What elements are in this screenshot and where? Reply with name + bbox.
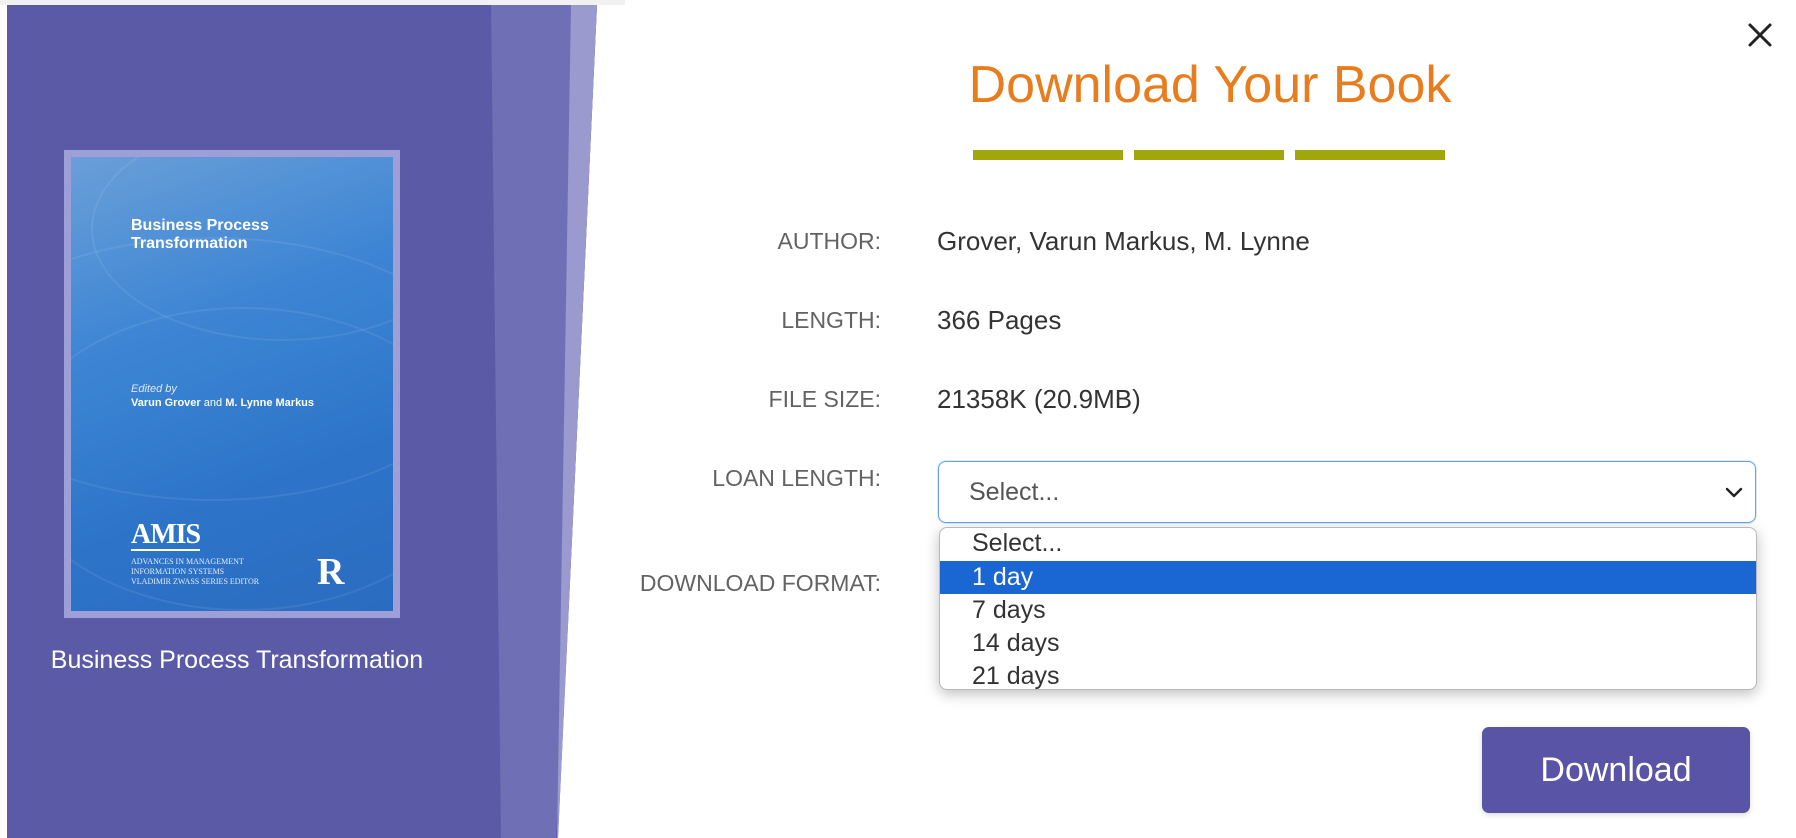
close-icon[interactable] [1743,18,1777,52]
publisher-logo: R [317,551,345,593]
loan-length-select[interactable]: Select... [938,461,1756,523]
cover-editors-and: and [203,397,223,409]
download-format-label: DOWNLOAD FORMAT: [639,570,881,596]
length-label: LENGTH: [781,307,881,333]
loan-option-1-day[interactable]: 1 day [940,561,1756,594]
series-line: INFORMATION SYSTEMS [131,567,225,576]
length-value: 366 Pages [937,305,1062,335]
heading-divider [1295,150,1445,160]
loan-option-14-days[interactable]: 14 days [940,627,1756,660]
top-strip [0,0,625,5]
cover-editors: Varun Grover and M. Lynne Markus [131,397,314,409]
modal-heading: Download Your Book [968,56,1452,114]
cover-edited-by: Edited by [131,383,177,395]
book-cover-image: Business Process Transformation Edited b… [71,157,393,611]
loan-length-label: LOAN LENGTH: [712,465,881,491]
download-button[interactable]: Download [1482,727,1750,813]
file-size-label: FILE SIZE: [768,386,881,412]
series-name: ADVANCES IN MANAGEMENT INFORMATION SYSTE… [131,557,291,587]
series-line: ADVANCES IN MANAGEMENT [131,557,244,566]
loan-length-select-value: Select... [969,478,1060,506]
cover-title: Business Process Transformation [131,217,269,252]
series-logo: AMIS [131,519,201,551]
loan-option-21-days[interactable]: 21 days [940,660,1756,689]
heading-divider [973,150,1123,160]
loan-length-dropdown: Select... 1 day 7 days 14 days 21 days [939,527,1757,690]
series-line: VLADIMIR ZWASS SERIES EDITOR [131,577,260,586]
book-panel: Business Process Transformation Edited b… [7,5,597,838]
file-size-value: 21358K (20.9MB) [937,384,1141,414]
cover-editor: Varun Grover [131,397,201,409]
book-title: Business Process Transformation [50,646,424,674]
loan-option-select[interactable]: Select... [940,528,1756,561]
author-value: Grover, Varun Markus, M. Lynne [937,226,1310,256]
heading-divider [1134,150,1284,160]
chevron-down-icon [1725,487,1743,498]
author-label: AUTHOR: [777,228,882,254]
book-cover: Business Process Transformation Edited b… [64,150,400,618]
loan-option-7-days[interactable]: 7 days [940,594,1756,627]
cover-editor: M. Lynne Markus [225,397,315,409]
